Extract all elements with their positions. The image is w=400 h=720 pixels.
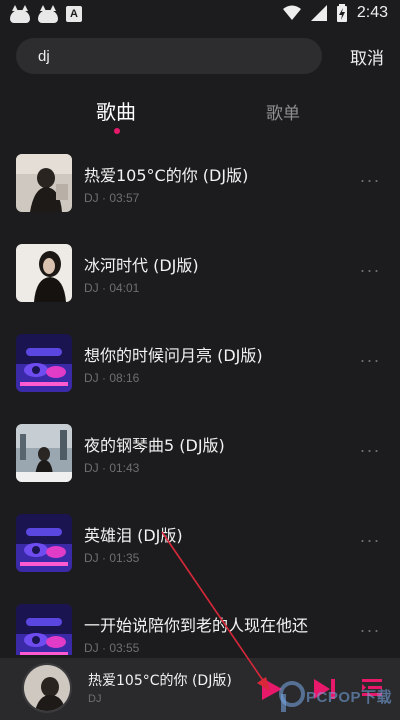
song-title: 英雄泪 (DJ版) (84, 526, 183, 545)
signal-icon (310, 5, 327, 21)
cancel-button[interactable]: 取消 (350, 44, 384, 69)
now-playing-title: 热爱105°C的你 (DJ版) (88, 673, 232, 689)
more-options-icon[interactable]: ··· (358, 170, 382, 190)
song-title: 想你的时候问月亮 (DJ版) (84, 346, 263, 365)
a-app-icon: A (66, 6, 82, 22)
song-row[interactable]: 想你的时候问月亮 (DJ版) DJ · 08:16 ··· (0, 332, 400, 422)
more-options-icon[interactable]: ··· (358, 350, 382, 370)
now-playing-artist: DJ (88, 693, 102, 705)
cat-app-icon (10, 5, 30, 23)
tab-songs[interactable]: 歌曲 (96, 96, 136, 125)
more-options-icon[interactable]: ··· (358, 530, 382, 550)
search-row: 取消 (16, 38, 386, 74)
song-row[interactable]: 冰河时代 (DJ版) DJ · 04:01 ··· (0, 242, 400, 332)
song-row[interactable]: 夜的钢琴曲5 (DJ版) DJ · 01:43 ··· (0, 422, 400, 512)
song-title: 冰河时代 (DJ版) (84, 256, 199, 275)
song-title: 一开始说陪你到老的人现在他还 (84, 616, 309, 635)
tab-playlists[interactable]: 歌单 (266, 99, 300, 124)
playlist-queue-icon[interactable] (360, 676, 384, 700)
song-cover (16, 244, 72, 302)
wifi-icon (282, 5, 301, 20)
notification-icons: A (10, 5, 82, 23)
now-playing-bar[interactable]: 热爱105°C的你 (DJ版) DJ (0, 658, 400, 720)
song-row[interactable]: 热爱105°C的你 (DJ版) DJ · 03:57 ··· (0, 152, 400, 242)
song-cover (16, 154, 72, 212)
song-list: 热爱105°C的你 (DJ版) DJ · 03:57 ··· 冰河时代 (DJ版… (0, 150, 400, 655)
search-input[interactable] (16, 38, 322, 74)
result-tabs: 歌曲 歌单 (0, 96, 400, 140)
play-icon[interactable] (258, 676, 284, 702)
song-cover (16, 424, 72, 482)
song-cover (16, 514, 72, 572)
now-playing-cover[interactable] (22, 663, 72, 713)
song-meta: DJ · 03:57 (84, 191, 140, 205)
song-meta: DJ · 04:01 (84, 281, 140, 295)
more-options-icon[interactable]: ··· (358, 440, 382, 460)
song-title: 热爱105°C的你 (DJ版) (84, 166, 249, 185)
song-row[interactable]: 英雄泪 (DJ版) DJ · 01:35 ··· (0, 512, 400, 602)
battery-charging-icon (336, 4, 347, 22)
song-cover (16, 334, 72, 392)
song-row[interactable]: 一开始说陪你到老的人现在他还 DJ · 03:55 ··· (0, 602, 400, 655)
more-options-icon[interactable]: ··· (358, 620, 382, 640)
song-cover (16, 604, 72, 655)
song-meta: DJ · 03:55 (84, 641, 140, 655)
song-meta: DJ · 08:16 (84, 371, 140, 385)
song-meta: DJ · 01:43 (84, 461, 140, 475)
clock: 2:43 (356, 4, 388, 21)
active-tab-indicator (114, 128, 120, 134)
song-title: 夜的钢琴曲5 (DJ版) (84, 436, 225, 455)
status-bar: A 2:43 (0, 0, 400, 30)
system-tray: 2:43 (282, 4, 388, 22)
next-track-icon[interactable] (312, 676, 338, 702)
cat-app-icon (38, 5, 58, 23)
more-options-icon[interactable]: ··· (358, 260, 382, 280)
song-meta: DJ · 01:35 (84, 551, 140, 565)
